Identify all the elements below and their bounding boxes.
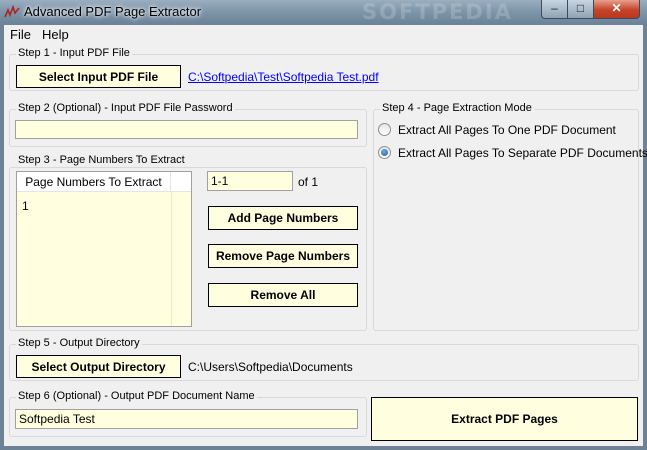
password-field[interactable] bbox=[15, 120, 358, 139]
page-count-text: of 1 bbox=[298, 175, 319, 189]
remove-all-button[interactable]: Remove All bbox=[208, 283, 358, 307]
menu-file[interactable]: File bbox=[10, 27, 31, 42]
extract-pdf-pages-button[interactable]: Extract PDF Pages bbox=[371, 397, 638, 441]
client-area: File Help Step 1 - Input PDF File Select… bbox=[4, 25, 647, 446]
remove-page-numbers-button[interactable]: Remove Page Numbers bbox=[208, 244, 358, 268]
page-numbers-list[interactable]: Page Numbers To Extract 1 bbox=[16, 171, 192, 327]
select-input-pdf-button[interactable]: Select Input PDF File bbox=[16, 65, 181, 88]
input-pdf-path-link[interactable]: C:\Softpedia\Test\Softpedia Test.pdf bbox=[188, 70, 379, 84]
page-numbers-column-header[interactable]: Page Numbers To Extract bbox=[17, 172, 171, 192]
watermark: SOFTPEDIA bbox=[362, 0, 513, 24]
minimize-button[interactable]: – bbox=[541, 0, 568, 19]
page-range-field[interactable]: 1-1 bbox=[207, 171, 293, 191]
menu-bar: File Help bbox=[4, 25, 643, 44]
step4-label: Step 4 - Page Extraction Mode bbox=[380, 102, 534, 114]
title-bar[interactable]: Advanced PDF Page Extractor SOFTPEDIA – … bbox=[0, 0, 647, 24]
window-title: Advanced PDF Page Extractor bbox=[24, 4, 202, 19]
list-header-filler bbox=[171, 172, 191, 192]
step2-label: Step 2 (Optional) - Input PDF File Passw… bbox=[16, 102, 235, 114]
app-icon bbox=[4, 4, 20, 18]
radio-one-document[interactable] bbox=[378, 123, 391, 136]
add-page-numbers-button[interactable]: Add Page Numbers bbox=[208, 206, 358, 230]
radio-one-document-label[interactable]: Extract All Pages To One PDF Document bbox=[398, 123, 616, 137]
step5-label: Step 5 - Output Directory bbox=[16, 337, 142, 349]
step1-label: Step 1 - Input PDF File bbox=[16, 47, 132, 59]
step3-label: Step 3 - Page Numbers To Extract bbox=[16, 154, 187, 166]
output-directory-path: C:\Users\Softpedia\Documents bbox=[188, 360, 353, 374]
step6-label: Step 6 (Optional) - Output PDF Document … bbox=[16, 390, 257, 402]
column-separator bbox=[171, 192, 172, 326]
select-output-directory-button[interactable]: Select Output Directory bbox=[16, 355, 181, 378]
output-name-field[interactable]: Softpedia Test bbox=[15, 409, 358, 429]
step4-group bbox=[373, 109, 639, 331]
maximize-button[interactable]: □ bbox=[567, 0, 594, 19]
list-item[interactable]: 1 bbox=[22, 199, 29, 213]
radio-separate-documents-label[interactable]: Extract All Pages To Separate PDF Docume… bbox=[398, 146, 647, 160]
menu-help[interactable]: Help bbox=[42, 27, 69, 42]
radio-separate-documents[interactable] bbox=[378, 146, 391, 159]
close-button[interactable]: ✕ bbox=[593, 0, 640, 19]
